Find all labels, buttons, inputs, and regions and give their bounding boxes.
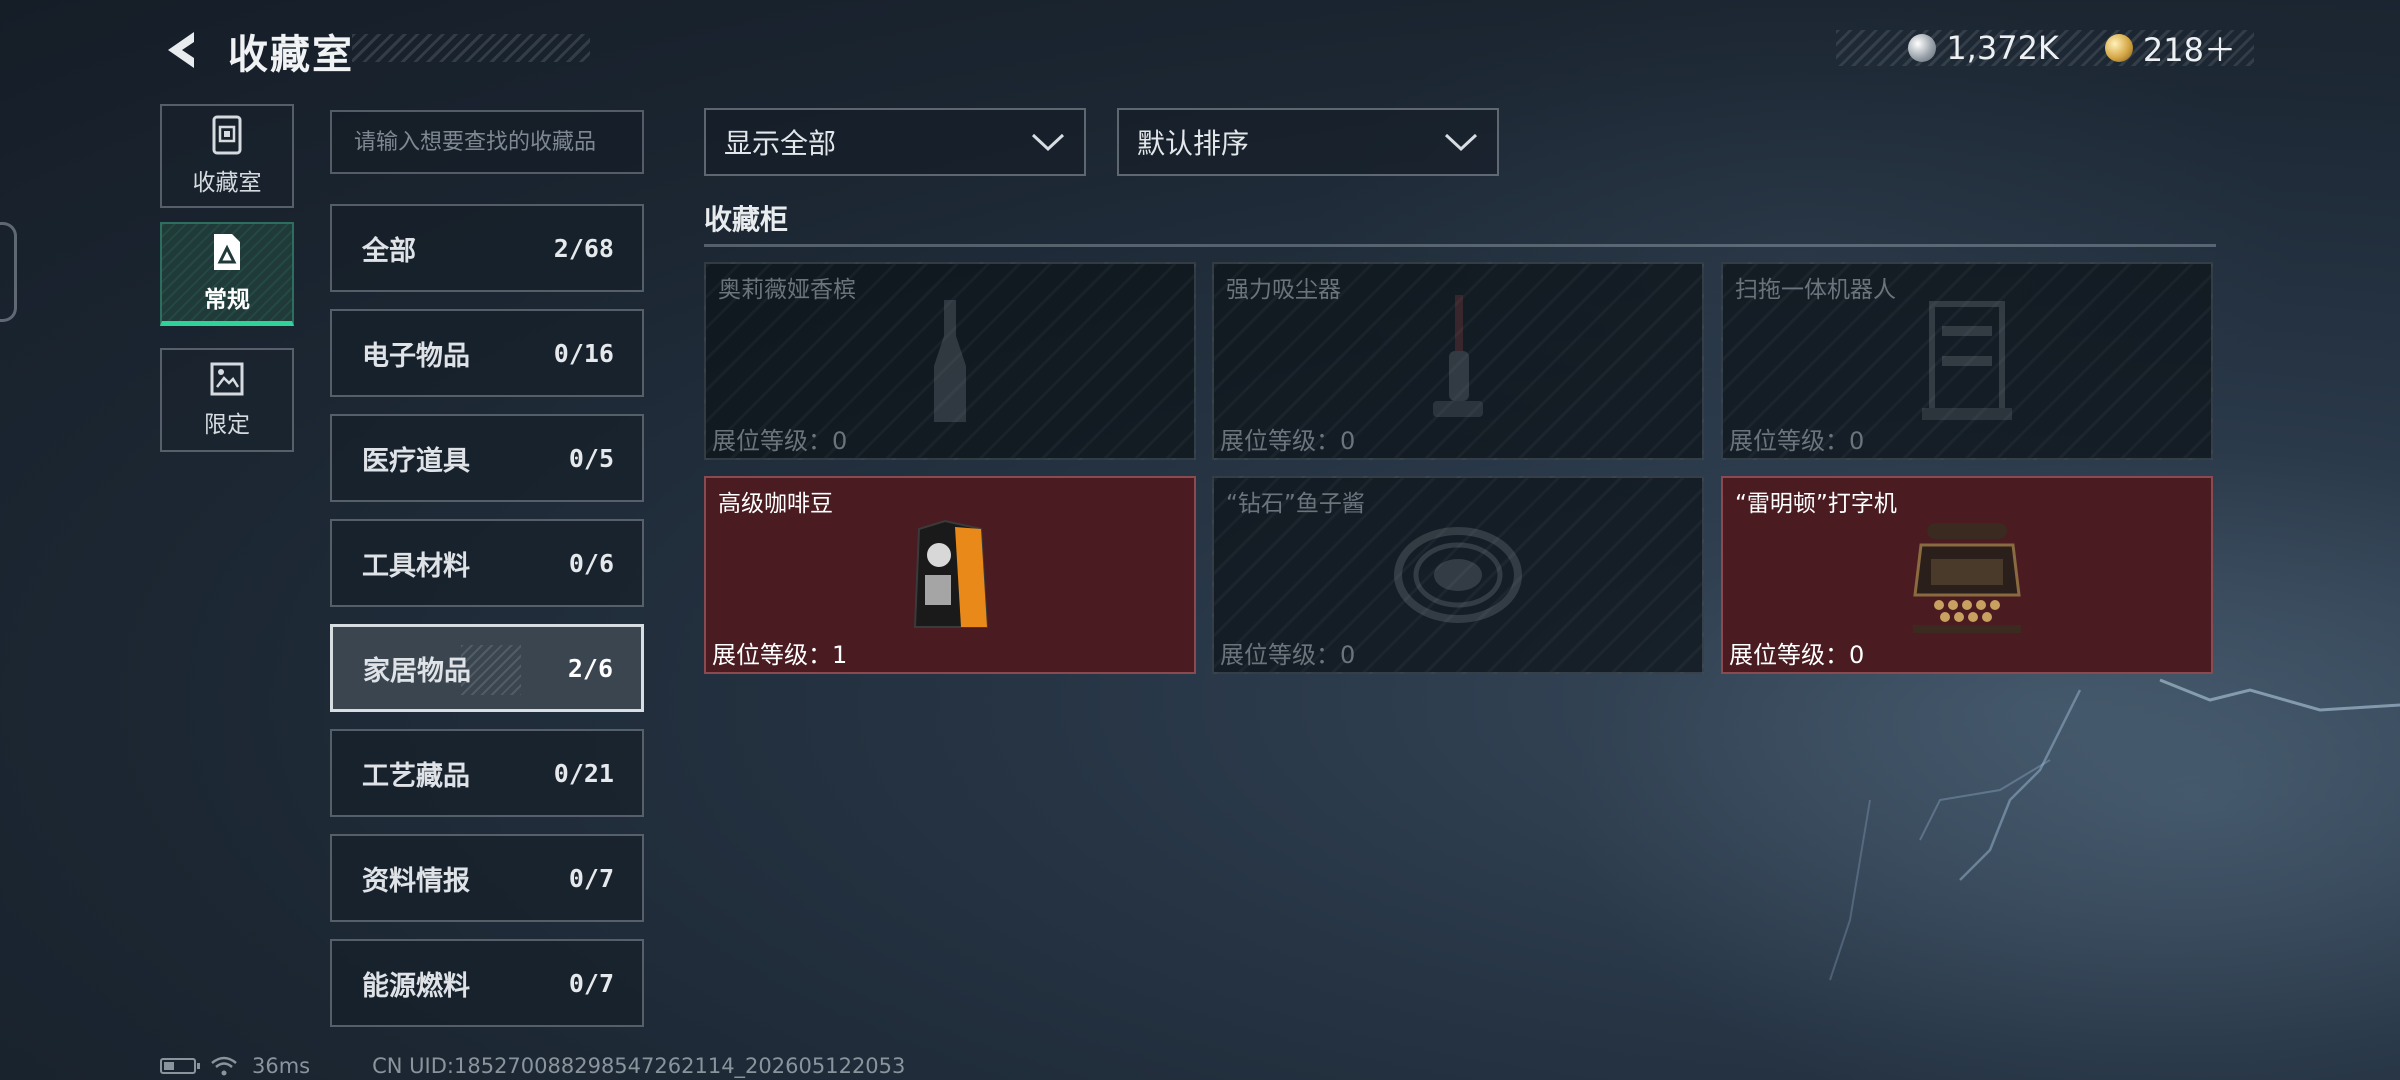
display-level: 展位等级：0	[1729, 427, 1865, 455]
collectible-card[interactable]: “钻石”鱼子酱 展位等级：0	[1212, 476, 1704, 674]
collectible-name: “雷明顿”打字机	[1735, 491, 1897, 517]
collectible-card[interactable]: “雷明顿”打字机 展位等级：0	[1721, 476, 2213, 674]
category-count: 0/16	[553, 338, 614, 368]
category-name: 工艺藏品	[362, 760, 470, 792]
filter-dropdown[interactable]: 显示全部	[704, 108, 1086, 176]
battery-icon	[160, 1058, 200, 1074]
champagne-bottle-icon	[934, 300, 966, 422]
collectible-name: 高级咖啡豆	[718, 491, 833, 517]
collectible-name: “钻石”鱼子酱	[1226, 491, 1365, 517]
category-household[interactable]: 家居物品 2/6	[330, 624, 644, 712]
category-medical[interactable]: 医疗道具 0/5	[330, 414, 644, 502]
silver-currency[interactable]: 1,372K	[1908, 29, 2059, 67]
category-count: 0/5	[568, 443, 614, 473]
collectible-name: 扫拖一体机器人	[1735, 277, 1896, 303]
category-crafts[interactable]: 工艺藏品 0/21	[330, 729, 644, 817]
gold-amount: 218＋	[2142, 31, 2236, 69]
category-name: 工具材料	[362, 550, 470, 582]
category-tools[interactable]: 工具材料 0/6	[330, 519, 644, 607]
nav-label: 限定	[204, 412, 250, 438]
collectible-name: 奥莉薇娅香槟	[718, 277, 856, 303]
collectible-card[interactable]: 高级咖啡豆 展位等级：1	[704, 476, 1196, 674]
category-name: 医疗道具	[362, 445, 470, 477]
user-uid: CN UID:18527008829854726​2114_2026051220…	[372, 1054, 906, 1078]
category-name: 资料情报	[362, 865, 470, 897]
search-input[interactable]	[354, 129, 620, 155]
robot-station-icon	[1922, 301, 2012, 420]
collectible-card[interactable]: 强力吸尘器 展位等级：0	[1212, 262, 1704, 460]
category-count: 0/6	[568, 548, 614, 578]
side-edge-handle[interactable]	[0, 222, 17, 322]
display-level: 展位等级：0	[712, 427, 848, 455]
category-energy[interactable]: 能源燃料 0/7	[330, 939, 644, 1027]
back-arrow-icon	[168, 32, 194, 68]
display-level: 展位等级：0	[1729, 641, 1865, 669]
coffee-bag-icon	[913, 519, 989, 628]
category-count: 0/21	[553, 758, 614, 788]
nav-label: 常规	[204, 286, 250, 313]
nav-collection-room[interactable]: 收藏室	[160, 104, 294, 208]
vacuum-cleaner-icon	[1433, 295, 1483, 417]
collectible-card[interactable]: 奥莉薇娅香槟 展位等级：0	[704, 262, 1196, 460]
display-level: 展位等级：0	[1220, 641, 1356, 669]
typewriter-icon	[1913, 523, 2021, 633]
status-footer: 36ms CN UID:18527008829854726​2114_20260…	[160, 1054, 905, 1078]
category-name: 电子物品	[362, 340, 470, 372]
category-count: 0/7	[568, 863, 614, 893]
gold-currency[interactable]: 218＋	[2104, 25, 2236, 71]
display-level: 展位等级：1	[712, 641, 848, 669]
silver-coin-icon	[1908, 34, 1937, 62]
page-title: 收藏室	[228, 32, 354, 78]
title-decoration	[352, 34, 590, 62]
category-count: 0/7	[568, 968, 614, 998]
silver-amount: 1,372K	[1946, 29, 2059, 67]
chevron-down-icon	[1444, 133, 1478, 152]
chevron-down-icon	[1031, 133, 1065, 152]
category-intel[interactable]: 资料情报 0/7	[330, 834, 644, 922]
caviar-tin-icon	[1394, 527, 1522, 623]
category-electronics[interactable]: 电子物品 0/16	[330, 309, 644, 397]
trash-bin-icon	[212, 115, 242, 155]
ping-value: 36ms	[252, 1054, 311, 1078]
category-all[interactable]: 全部 2/68	[330, 204, 644, 292]
filter-value: 显示全部	[724, 127, 837, 160]
wifi-icon	[211, 1056, 237, 1076]
nav-limited[interactable]: 限定	[160, 348, 294, 452]
document-icon	[214, 233, 240, 270]
currency-bar: 1,372K 218＋	[1836, 29, 2254, 69]
category-name: 家居物品	[363, 655, 471, 687]
sort-value: 默认排序	[1137, 127, 1250, 160]
section-divider	[704, 244, 2216, 247]
gold-coin-icon	[2104, 34, 2133, 62]
category-count: 2/6	[567, 653, 613, 683]
collectible-name: 强力吸尘器	[1226, 277, 1341, 303]
picture-icon	[210, 362, 244, 396]
category-count: 2/68	[553, 233, 614, 263]
nav-regular[interactable]: 常规	[160, 222, 294, 326]
nav-label: 收藏室	[192, 170, 262, 196]
search-field[interactable]	[330, 110, 644, 174]
display-level: 展位等级：0	[1220, 427, 1356, 455]
back-button[interactable]	[160, 28, 204, 72]
cabinet-title: 收藏柜	[704, 203, 789, 236]
category-name: 能源燃料	[362, 970, 470, 1002]
category-name: 全部	[362, 235, 416, 267]
collectible-card[interactable]: 扫拖一体机器人 展位等级：0	[1721, 262, 2213, 460]
sort-dropdown[interactable]: 默认排序	[1117, 108, 1499, 176]
